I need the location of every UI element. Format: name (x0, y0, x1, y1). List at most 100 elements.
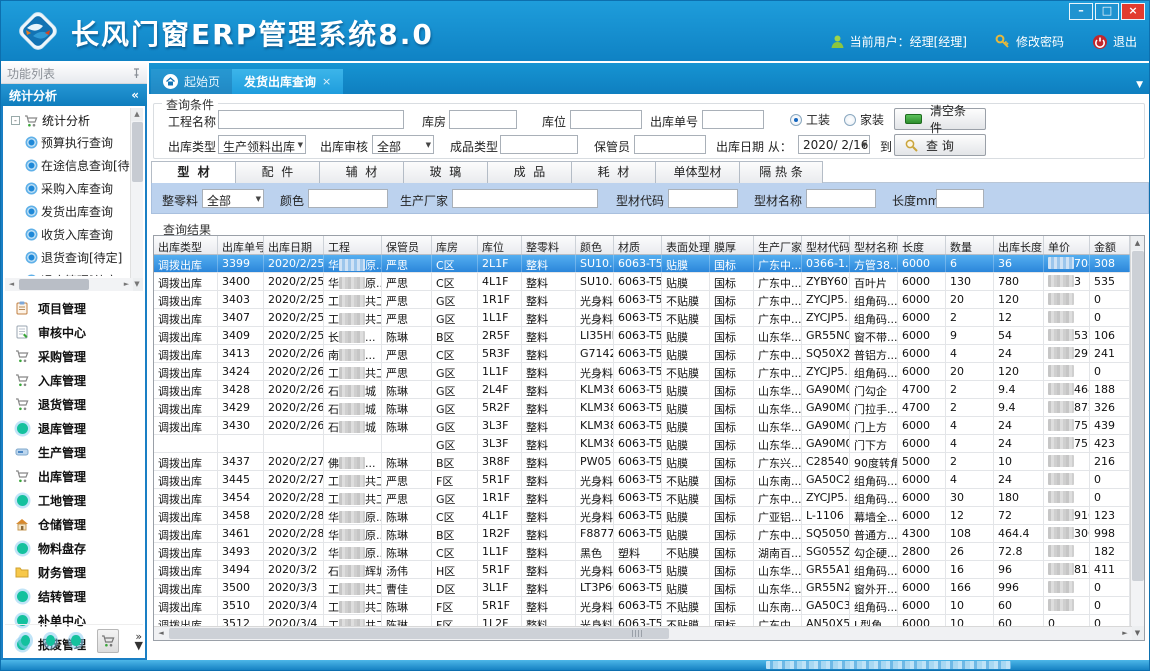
column-header-金额[interactable]: 金额 (1090, 236, 1130, 254)
table-row[interactable]: 调拨出库34542020/2/28工共工程严思G区1R1F整料光身料6063-T… (154, 489, 1130, 507)
table-row[interactable]: G区3L3F整料KLM38176063-T5贴膜国标山东华...GA90M09.… (154, 435, 1130, 453)
table-row[interactable]: 调拨出库34282020/2/26石城陈琳G区2L4F整料KLM38176063… (154, 381, 1130, 399)
table-vscroll-thumb[interactable] (1132, 251, 1144, 581)
color-input[interactable] (308, 189, 388, 208)
tree-scroll-thumb[interactable] (132, 122, 143, 182)
maker-input[interactable] (452, 189, 598, 208)
table-row[interactable]: 调拨出库34372020/2/27佛...陈琳B区3R8F整料PW056063-… (154, 453, 1130, 471)
column-header-工程[interactable]: 工程 (324, 236, 382, 254)
table-row[interactable]: 调拨出库34582020/2/28华原...陈琳C区4L1F整料光身料6063-… (154, 507, 1130, 525)
date-from-select[interactable]: 2020/ 2/16 (798, 135, 870, 154)
tab-close-icon[interactable]: × (322, 75, 331, 88)
table-row[interactable]: 调拨出库34302020/2/26石城陈琳G区3L3F整料KLM38176063… (154, 417, 1130, 435)
table-row[interactable]: 调拨出库34002020/2/25华原...严思C区4L1F整料SU10...6… (154, 273, 1130, 291)
scroll-up-icon[interactable]: ▲ (1131, 236, 1144, 250)
table-hscroll-thumb[interactable] (169, 628, 669, 639)
table-row[interactable]: 调拨出库35002020/3/3工共工程曹佳D区3L1F整料LT3P606063… (154, 579, 1130, 597)
tree-item[interactable]: 在途信息查询[待 (5, 154, 133, 177)
whole-select[interactable]: 全部 (202, 189, 264, 208)
column-header-出库长度[interactable]: 出库长度 (994, 236, 1044, 254)
table-row[interactable]: 调拨出库34032020/2/25工共工程严思G区1R1F整料光身料6063-T… (154, 291, 1130, 309)
material-tab-8[interactable]: 隔 热 条 (739, 161, 823, 183)
footer-cart-button[interactable] (97, 629, 119, 653)
table-row[interactable]: 调拨出库34452020/2/27工共工程严思F区5R1F整料光身料6063-T… (154, 471, 1130, 489)
pin-icon[interactable] (132, 68, 141, 79)
tree-item[interactable]: 预算执行查询 (5, 131, 133, 154)
table-vertical-scrollbar[interactable]: ▲ ▼ (1130, 236, 1144, 640)
scroll-up-icon[interactable]: ▲ (131, 108, 143, 121)
tree-item[interactable]: 退货查询[待定] (5, 246, 133, 269)
column-header-单价[interactable]: 单价 (1044, 236, 1090, 254)
sidebar-item-采购管理[interactable]: 采购管理 (5, 344, 143, 368)
column-header-保管员[interactable]: 保管员 (382, 236, 432, 254)
logout[interactable]: 退出 (1092, 33, 1137, 50)
scroll-left-icon[interactable]: ◄ (154, 627, 168, 640)
table-row[interactable]: 调拨出库34932020/3/2华原...陈琳C区1L1F整料黑色塑料不贴膜国标… (154, 543, 1130, 561)
minimize-button[interactable]: – (1069, 3, 1093, 20)
table-row[interactable]: 调拨出库35102020/3/4工共工程陈琳F区5R1F整料光身料6063-T5… (154, 597, 1130, 615)
column-header-型材代码[interactable]: 型材代码 (802, 236, 850, 254)
column-header-长度[interactable]: 长度 (898, 236, 946, 254)
clear-conditions-button[interactable]: 清空条件 (894, 108, 986, 130)
audit-select[interactable]: 全部 (372, 135, 434, 154)
tree-hscroll-thumb[interactable] (19, 279, 89, 290)
table-row[interactable]: 调拨出库34072020/2/25工共工程严思G区1L1F整料光身料6063-T… (154, 309, 1130, 327)
sidebar-item-仓储管理[interactable]: 仓储管理 (5, 512, 143, 536)
change-password[interactable]: 修改密码 (995, 33, 1064, 50)
footer-dot-icon[interactable] (46, 635, 55, 646)
column-header-颜色[interactable]: 颜色 (576, 236, 614, 254)
sidebar-item-财务管理[interactable]: 财务管理 (5, 560, 143, 584)
radio-gongzhuang[interactable]: 工装 (790, 111, 830, 128)
material-tab-5[interactable]: 成 品 (487, 161, 571, 183)
table-row[interactable]: 调拨出库34942020/3/2石辉城汤伟H区5R1F整料光身料6063-T5贴… (154, 561, 1130, 579)
column-header-材质[interactable]: 材质 (614, 236, 662, 254)
column-header-库位[interactable]: 库位 (478, 236, 522, 254)
tree-vertical-scrollbar[interactable]: ▲ ▼ (130, 108, 143, 291)
location-input[interactable] (570, 110, 642, 129)
column-header-数量[interactable]: 数量 (946, 236, 994, 254)
keeper-input[interactable] (634, 135, 706, 154)
sidebar-section-header[interactable]: 统计分析 « (1, 84, 147, 106)
code-input[interactable] (668, 189, 738, 208)
material-tab-2[interactable]: 配 件 (235, 161, 319, 183)
sidebar-item-结转管理[interactable]: 结转管理 (5, 584, 143, 608)
table-row[interactable]: 调拨出库34132020/2/26南...严思C区5R3F整料G71422606… (154, 345, 1130, 363)
order-no-input[interactable] (702, 110, 764, 129)
table-row[interactable]: 调拨出库34242020/2/26工共工程严思G区1L1F整料光身料6063-T… (154, 363, 1130, 381)
close-button[interactable]: × (1121, 3, 1145, 20)
sidebar-item-入库管理[interactable]: 入库管理 (5, 368, 143, 392)
scroll-down-icon[interactable]: ▼ (1131, 626, 1144, 640)
footer-dot-icon[interactable] (21, 635, 30, 646)
name-input[interactable] (806, 189, 876, 208)
scroll-left-icon[interactable]: ◄ (5, 278, 18, 291)
table-horizontal-scrollbar[interactable]: ◄ ► (154, 626, 1132, 640)
column-header-型材名称[interactable]: 型材名称 (850, 236, 898, 254)
table-row[interactable]: 调拨出库34092020/2/25长...陈琳B区2R5F整料LI35HD606… (154, 327, 1130, 345)
column-header-整零料[interactable]: 整零料 (522, 236, 576, 254)
sidebar-item-工地管理[interactable]: 工地管理 (5, 488, 143, 512)
radio-jiazhuang[interactable]: 家装 (844, 111, 884, 128)
tree-horizontal-scrollbar[interactable]: ◄ ► (5, 278, 133, 291)
material-tab-4[interactable]: 玻 璃 (403, 161, 487, 183)
material-tab-1[interactable]: 型 材 (151, 161, 235, 183)
product-type-input[interactable] (500, 135, 578, 154)
column-header-出库类型[interactable]: 出库类型 (154, 236, 218, 254)
material-tab-7[interactable]: 单体型材 (655, 161, 739, 183)
footer-more-button[interactable]: »▼ (135, 632, 143, 650)
material-tab-3[interactable]: 辅 材 (319, 161, 403, 183)
material-tab-6[interactable]: 耗 材 (571, 161, 655, 183)
sidebar-item-退货管理[interactable]: 退货管理 (5, 392, 143, 416)
maximize-button[interactable]: □ (1095, 3, 1119, 20)
footer-dot-icon[interactable] (71, 635, 80, 646)
sidebar-item-审核中心[interactable]: 审核中心 (5, 320, 143, 344)
tree-item[interactable]: 收货入库查询 (5, 223, 133, 246)
column-header-表面处理[interactable]: 表面处理 (662, 236, 710, 254)
tree-item[interactable]: 发货出库查询 (5, 200, 133, 223)
column-header-出库单号[interactable]: 出库单号 (218, 236, 264, 254)
column-header-膜厚[interactable]: 膜厚 (710, 236, 754, 254)
collapse-icon[interactable]: « (131, 88, 139, 102)
scroll-right-icon[interactable]: ► (1118, 627, 1132, 640)
sidebar-item-退库管理[interactable]: 退库管理 (5, 416, 143, 440)
tree-root[interactable]: - 统计分析 (5, 108, 133, 131)
tree-item[interactable]: 退库管理[待定 (5, 269, 133, 276)
